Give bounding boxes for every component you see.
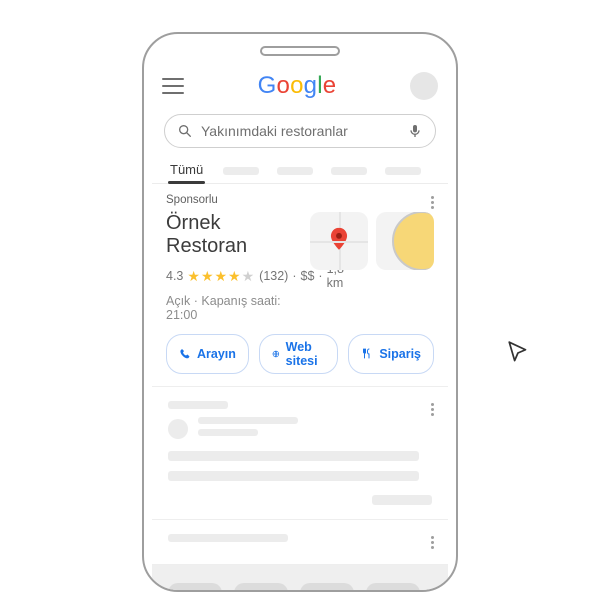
rating-row: 4.3 ★★★★★ (132) · $$ · 1,8 km [166, 262, 300, 290]
footer-link-placeholder [300, 583, 354, 590]
google-logo: Google [258, 72, 337, 100]
phone-speaker [260, 46, 340, 56]
overflow-icon[interactable] [424, 192, 440, 212]
sponsored-result-card: Sponsorlu Örnek Restoran 4.3 ★★★★★ (132)… [152, 184, 448, 387]
globe-icon [272, 348, 280, 360]
footer-links [152, 565, 448, 590]
business-title[interactable]: Örnek Restoran [166, 212, 300, 258]
call-chip-label: Arayın [197, 347, 236, 361]
call-chip[interactable]: Arayın [166, 334, 249, 374]
open-status: Açık [166, 294, 190, 308]
cutlery-icon [361, 348, 373, 360]
microphone-icon[interactable] [407, 123, 423, 139]
order-chip[interactable]: Sipariş [348, 334, 434, 374]
cursor-icon [506, 340, 532, 366]
photo-thumbnail[interactable] [376, 212, 434, 270]
search-query: Yakınımdaki restoranlar [201, 123, 348, 139]
footer-link-placeholder [366, 583, 420, 590]
footer-link-placeholder [168, 583, 222, 590]
menu-icon[interactable] [162, 78, 184, 94]
status-row: Açık · Kapanış saati: 21:00 [166, 294, 300, 322]
website-chip[interactable]: Web sitesi [259, 334, 338, 374]
tab-all[interactable]: Tümü [168, 156, 205, 183]
account-avatar[interactable] [410, 72, 438, 100]
tab-placeholder [385, 167, 421, 175]
rating-value: 4.3 [166, 269, 183, 283]
review-count: (132) [259, 269, 288, 283]
tabs-bar: Tümü [152, 156, 448, 184]
overflow-icon[interactable] [424, 399, 440, 419]
search-icon [177, 123, 193, 139]
tab-placeholder [331, 167, 367, 175]
phone-screen: Google Yakınımdaki restoranlar Tümü Sp [152, 64, 448, 590]
header-bar: Google [152, 64, 448, 104]
tab-placeholder [277, 167, 313, 175]
sponsored-label: Sponsorlu [166, 194, 434, 206]
website-chip-label: Web sitesi [286, 340, 326, 368]
result-placeholder [152, 520, 448, 565]
search-input[interactable]: Yakınımdaki restoranlar [164, 114, 436, 148]
footer-link-placeholder [234, 583, 288, 590]
overflow-icon[interactable] [424, 532, 440, 552]
phone-icon [179, 348, 191, 360]
tab-placeholder [223, 167, 259, 175]
map-pin-icon [330, 228, 348, 250]
map-thumbnail[interactable] [310, 212, 368, 270]
order-chip-label: Sipariş [379, 347, 421, 361]
result-placeholder [152, 387, 448, 520]
phone-frame: Google Yakınımdaki restoranlar Tümü Sp [142, 32, 458, 592]
star-icons: ★★★★★ [187, 268, 255, 285]
